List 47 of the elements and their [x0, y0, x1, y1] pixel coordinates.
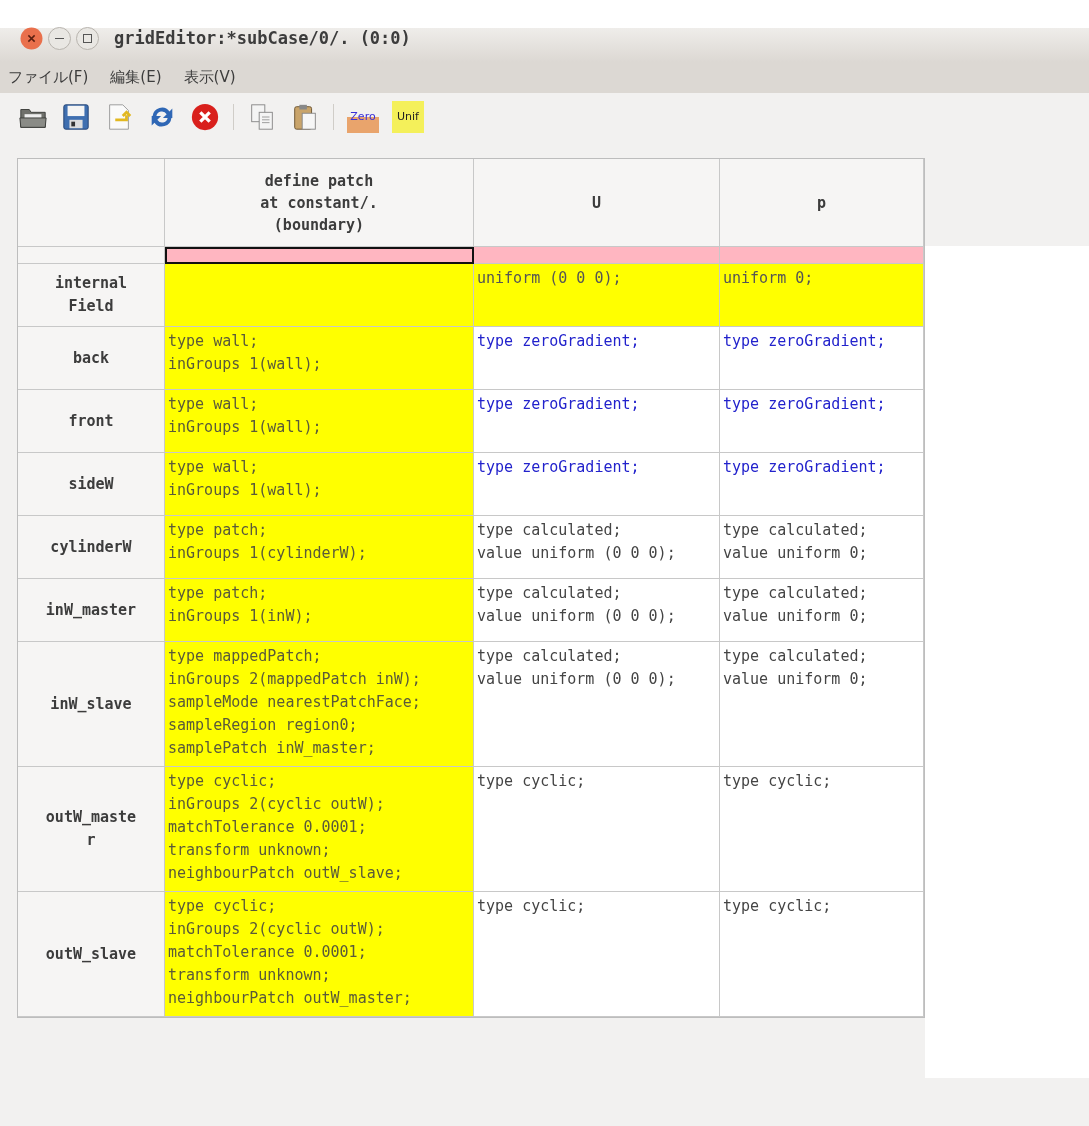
row-header[interactable]: cylinderW [18, 516, 165, 579]
table-cell[interactable] [165, 247, 474, 264]
table-cell[interactable]: type calculated; value uniform (0 0 0); [474, 579, 720, 642]
table-cell[interactable]: uniform (0 0 0); [474, 264, 720, 327]
column-header[interactable]: p [720, 159, 924, 247]
table-cell[interactable]: type calculated; value uniform (0 0 0); [474, 642, 720, 767]
menu-item[interactable]: 編集(E) [110, 68, 162, 87]
table-cell[interactable]: type cyclic; [474, 767, 720, 892]
menu-item[interactable]: ファイル(F) [8, 68, 89, 87]
table-cell[interactable]: type zeroGradient; [720, 453, 924, 516]
maximize-icon[interactable] [76, 26, 99, 50]
row-header[interactable]: inW_slave [18, 642, 165, 767]
table-cell[interactable]: type zeroGradient; [474, 453, 720, 516]
unif-button[interactable]: Unif [392, 101, 424, 133]
table-cell[interactable]: uniform 0; [720, 264, 924, 327]
row-header[interactable]: front [18, 390, 165, 453]
table-cell[interactable]: type cyclic; [474, 892, 720, 1017]
table-cell[interactable]: type mappedPatch; inGroups 2(mappedPatch inW); sampleMode nearestPatchFace; sampleRegion region0; samplePatch inW_master; [165, 642, 474, 767]
table-cell[interactable]: type zeroGradient; [474, 390, 720, 453]
table-cell[interactable]: type cyclic; inGroups 2(cyclic outW); matchTolerance 0.0001; transform unknown; neighbourPatch outW_master; [165, 892, 474, 1017]
table-cell[interactable]: type zeroGradient; [720, 390, 924, 453]
table-cell[interactable]: type cyclic; inGroups 2(cyclic outW); matchTolerance 0.0001; transform unknown; neighbourPatch outW_slave; [165, 767, 474, 892]
table-cell[interactable]: type cyclic; [720, 767, 924, 892]
row-header[interactable]: outW_maste r [18, 767, 165, 892]
table-cell[interactable]: type patch; inGroups 1(inW); [165, 579, 474, 642]
table-cell[interactable]: type calculated; value uniform 0; [720, 579, 924, 642]
row-header[interactable]: sideW [18, 453, 165, 516]
column-header[interactable]: U [474, 159, 720, 247]
row-header[interactable]: outW_slave [18, 892, 165, 1017]
table-cell[interactable]: type patch; inGroups 1(cylinderW); [165, 516, 474, 579]
close-icon[interactable] [190, 102, 220, 132]
table-cell[interactable]: type calculated; value uniform 0; [720, 642, 924, 767]
row-header[interactable]: back [18, 327, 165, 390]
row-header[interactable]: inW_master [18, 579, 165, 642]
close-icon[interactable] [20, 26, 43, 50]
table-cell[interactable]: type wall; inGroups 1(wall); [165, 327, 474, 390]
column-header[interactable]: define patch at constant/. (boundary) [165, 159, 474, 247]
table-cell[interactable]: type calculated; value uniform (0 0 0); [474, 516, 720, 579]
table-cell[interactable]: type zeroGradient; [720, 327, 924, 390]
table-cell[interactable]: type wall; inGroups 1(wall); [165, 453, 474, 516]
table-cell[interactable]: type zeroGradient; [474, 327, 720, 390]
menu-item[interactable]: 表示(V) [183, 68, 236, 87]
table-cell[interactable]: type wall; inGroups 1(wall); [165, 390, 474, 453]
row-header[interactable]: internal Field [18, 264, 165, 327]
window-title: gridEditor:*subCase/0/. (0:0) [114, 28, 411, 48]
table-cell[interactable]: type cyclic; [720, 892, 924, 1017]
table-cell[interactable]: type calculated; value uniform 0; [720, 516, 924, 579]
